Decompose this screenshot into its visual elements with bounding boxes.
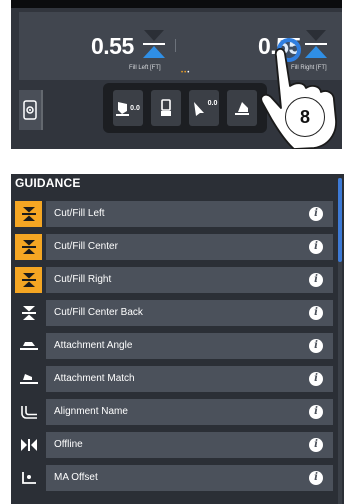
guidance-item-bar[interactable]: Attachment Match i (46, 366, 333, 392)
bucket-icon (116, 102, 130, 116)
info-icon[interactable]: i (309, 438, 323, 452)
guidance-item-label: MA Offset (54, 472, 98, 483)
guidance-item[interactable]: Alignment Name i (15, 399, 333, 425)
attachment-match-icon (15, 366, 42, 392)
guidance-item[interactable]: Cut/Fill Left i (15, 201, 333, 227)
readout-divider (175, 39, 176, 52)
guidance-item[interactable]: Cut/Fill Right i (15, 267, 333, 293)
machine-button[interactable] (151, 90, 181, 126)
tablet-settings-icon (23, 100, 37, 120)
guidance-item[interactable]: Cut/Fill Center Back i (15, 300, 333, 326)
guidance-item[interactable]: Attachment Match i (15, 366, 333, 392)
status-strip (11, 0, 342, 8)
cut-fill-icon (15, 267, 42, 293)
guidance-item-label: Alignment Name (54, 406, 128, 417)
attachment-icon (235, 102, 249, 115)
fill-left-value: 0.55 (91, 33, 134, 59)
guidance-item[interactable]: MA Offset i (15, 465, 333, 491)
cut-fill-icon (15, 300, 42, 326)
guidance-item-bar[interactable]: Cut/Fill Center Back i (46, 300, 333, 326)
info-icon[interactable]: i (309, 372, 323, 386)
guidance-item[interactable]: Cut/Fill Center i (15, 234, 333, 260)
guidance-item[interactable]: Offline i (15, 432, 333, 458)
guidance-item-bar[interactable]: Cut/Fill Right i (46, 267, 333, 293)
page-indicator[interactable]: ••• (181, 70, 190, 76)
scrollbar-thumb[interactable] (338, 178, 342, 262)
info-icon[interactable]: i (309, 405, 323, 419)
guidance-item-label: Offline (54, 439, 83, 450)
guidance-item-bar[interactable]: Offline i (46, 432, 333, 458)
alignment-icon (15, 399, 42, 425)
machine-depth-button[interactable]: 0.0 (113, 90, 143, 126)
guidance-panel: GUIDANCE Cut/Fill Left i Cut/Fill Center i C… (11, 174, 344, 504)
fill-left-label: Fill Left [FT] (129, 65, 161, 71)
attachment-button[interactable] (227, 90, 257, 126)
guidance-title: GUIDANCE (15, 176, 81, 190)
guidance-item-label: Cut/Fill Right (54, 274, 112, 285)
fill-left-icon (143, 30, 165, 58)
guidance-item-bar[interactable]: Alignment Name i (46, 399, 333, 425)
offline-icon (15, 432, 42, 458)
step-number-badge: 8 (285, 97, 325, 137)
ma-offset-icon (15, 465, 42, 491)
machine-icon (161, 99, 171, 116)
guidance-item[interactable]: Attachment Angle i (15, 333, 333, 359)
info-icon[interactable]: i (309, 273, 323, 287)
info-icon[interactable]: i (309, 240, 323, 254)
machine-display: 0.55 Fill Left [FT] ••• 0.55 Fill Right … (11, 0, 342, 149)
machine-depth-value: 0.0 (130, 104, 140, 112)
touch-offset-icon (193, 102, 204, 116)
guidance-item-label: Attachment Match (54, 373, 135, 384)
offset-value: 0.0 (207, 99, 218, 107)
info-icon[interactable]: i (309, 471, 323, 485)
info-icon[interactable]: i (309, 207, 323, 221)
info-icon[interactable]: i (309, 306, 323, 320)
cut-fill-icon (15, 201, 42, 227)
info-icon[interactable]: i (309, 339, 323, 353)
guidance-item-label: Attachment Angle (54, 340, 133, 351)
guidance-item-bar[interactable]: Attachment Angle i (46, 333, 333, 359)
attachment-angle-icon (15, 333, 42, 359)
guidance-item-label: Cut/Fill Center (54, 241, 118, 252)
guidance-item-bar[interactable]: Cut/Fill Left i (46, 201, 333, 227)
cut-fill-icon (15, 234, 42, 260)
settings-button[interactable] (19, 90, 43, 130)
guidance-item-label: Cut/Fill Center Back (54, 307, 143, 318)
guidance-item-bar[interactable]: MA Offset i (46, 465, 333, 491)
offset-button[interactable]: 0.0 (189, 90, 219, 126)
guidance-item-bar[interactable]: Cut/Fill Center i (46, 234, 333, 260)
guidance-item-label: Cut/Fill Left (54, 208, 105, 219)
